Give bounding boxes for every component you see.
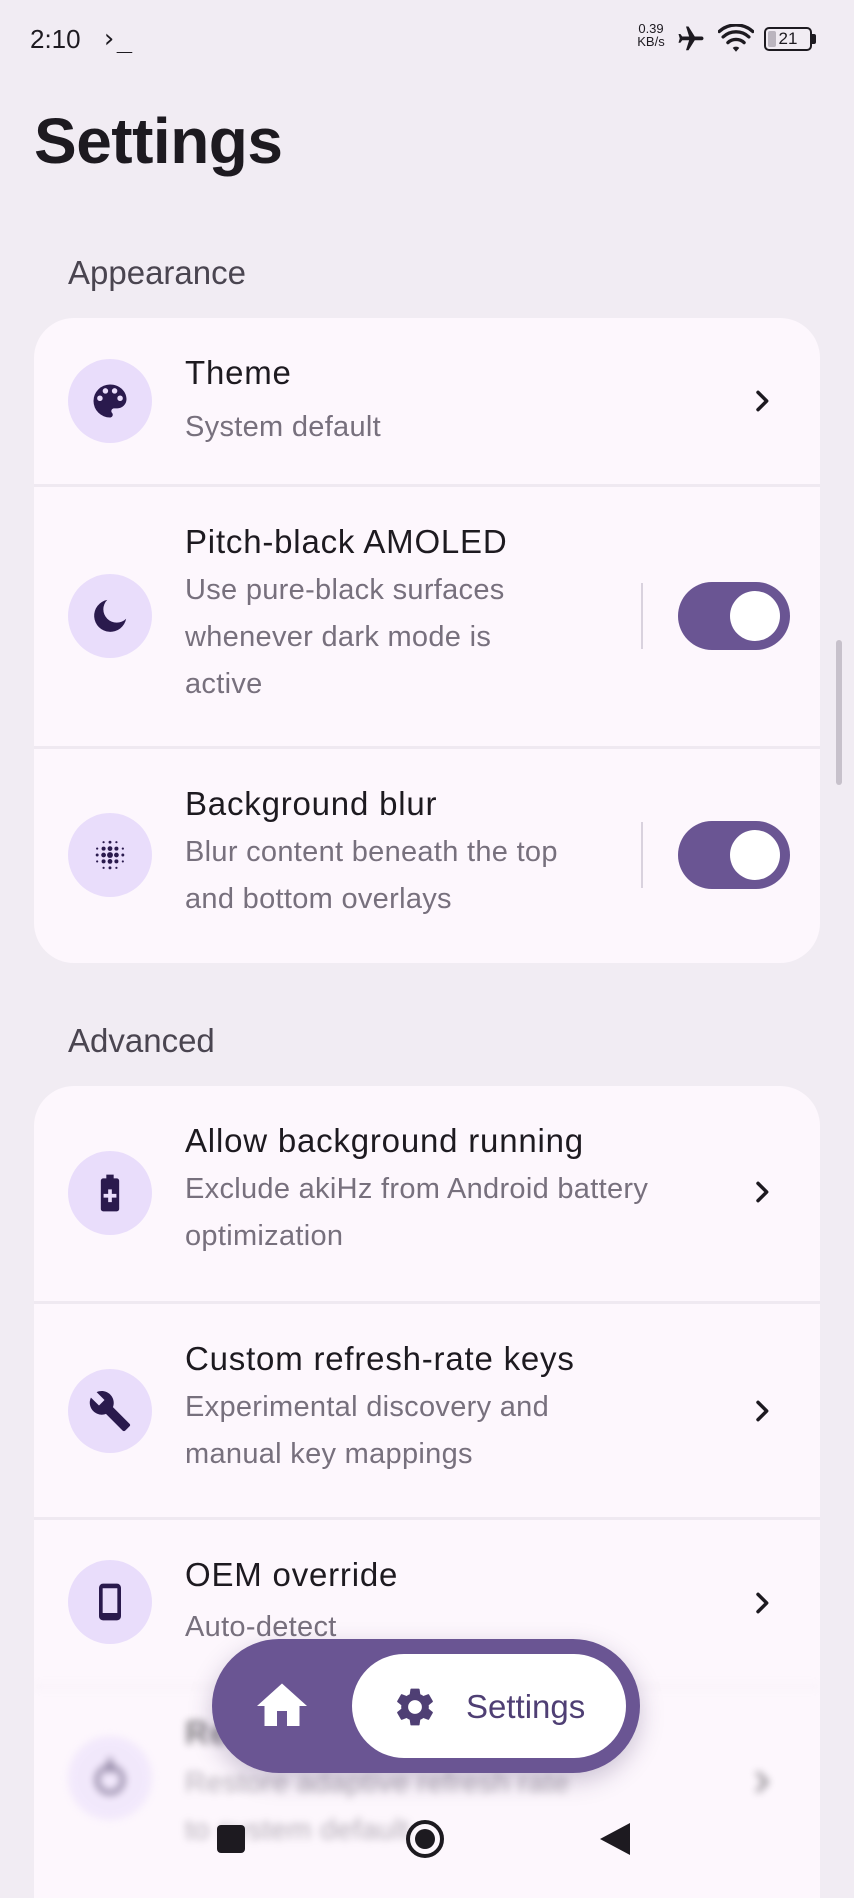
amoled-subtitle-line: Use pure-black surfaces	[185, 574, 505, 606]
back-button[interactable]	[598, 1821, 632, 1857]
status-time: 2:10	[30, 24, 81, 54]
theme-row[interactable]: Theme System default	[34, 318, 820, 484]
theme-subtitle: System default	[185, 411, 382, 443]
refresh-keys-subtitle: Experimental discovery and manual key ma…	[185, 1384, 705, 1478]
nav-settings-tab[interactable]: Settings	[352, 1654, 626, 1758]
blur-subtitle-line: and bottom overlays	[185, 883, 452, 915]
phone-icon	[68, 1560, 152, 1644]
network-speed-unit: KB/s	[637, 34, 665, 49]
recents-button[interactable]	[217, 1825, 245, 1853]
toggle-knob	[730, 591, 780, 641]
amoled-subtitle-line: whenever dark mode is	[185, 621, 492, 653]
row-divider	[641, 822, 643, 888]
battery-level: 21	[778, 29, 798, 48]
nav-settings-label: Settings	[466, 1688, 586, 1725]
blur-row[interactable]: Background blur Blur content beneath the…	[34, 746, 820, 963]
terminal-icon: ›_	[101, 24, 133, 54]
chevron-right-icon	[756, 1181, 769, 1203]
advanced-card: Allow background running Exclude akiHz f…	[34, 1086, 820, 1898]
chevron-right-icon	[756, 1771, 769, 1793]
background-running-row[interactable]: Allow background running Exclude akiHz f…	[34, 1086, 820, 1301]
blur-dots-icon	[68, 813, 152, 897]
refresh-keys-row[interactable]: Custom refresh-rate keys Experimental di…	[34, 1301, 820, 1520]
battery-plus-icon	[68, 1151, 152, 1235]
blur-subtitle: Blur content beneath the top and bottom …	[185, 829, 625, 923]
blur-title: Background blur	[185, 785, 438, 822]
page-title: Settings	[34, 105, 283, 177]
moon-icon	[68, 574, 152, 658]
chevron-right-icon	[756, 1592, 769, 1614]
network-speed: 0.39 KB/s	[633, 22, 669, 48]
chevron-right-icon	[756, 390, 769, 412]
bottom-navigation: Settings	[212, 1639, 640, 1773]
system-navigation-bar	[0, 1805, 854, 1898]
section-header-appearance: Appearance	[68, 254, 246, 291]
background-running-subtitle-line: optimization	[185, 1220, 344, 1252]
blur-toggle[interactable]	[678, 821, 790, 889]
background-running-subtitle-line: Exclude akiHz from Android battery	[185, 1173, 649, 1205]
scrollbar[interactable]	[836, 640, 842, 785]
section-header-advanced: Advanced	[68, 1022, 215, 1059]
refresh-keys-subtitle-line: manual key mappings	[185, 1438, 473, 1470]
battery-icon: 21	[764, 27, 816, 51]
airplane-icon	[678, 26, 704, 51]
gear-icon	[397, 1688, 433, 1726]
blur-subtitle-line: Blur content beneath the top	[185, 836, 558, 868]
amoled-subtitle: Use pure-black surfaces whenever dark mo…	[185, 567, 625, 708]
wrench-icon	[68, 1369, 152, 1453]
amoled-title: Pitch-black AMOLED	[185, 523, 508, 560]
amoled-row[interactable]: Pitch-black AMOLED Use pure-black surfac…	[34, 484, 820, 749]
amoled-subtitle-line: active	[185, 668, 263, 700]
toggle-knob	[730, 830, 780, 880]
home-icon[interactable]	[252, 1676, 312, 1736]
oem-override-title: OEM override	[185, 1556, 399, 1593]
battery-tip	[812, 34, 816, 44]
status-bar: 2:10 ›_ 0.39 KB/s 21	[0, 0, 854, 74]
settings-screen: 2:10 ›_ 0.39 KB/s 21 Settings Appearance	[0, 0, 854, 1898]
background-running-title: Allow background running	[185, 1122, 584, 1159]
row-divider	[641, 583, 643, 649]
appearance-card: Theme System default Pitch-black AMOLED …	[34, 318, 820, 963]
chevron-right-icon	[756, 1400, 769, 1422]
wifi-icon	[718, 24, 754, 52]
refresh-keys-title: Custom refresh-rate keys	[185, 1340, 575, 1377]
home-button[interactable]	[405, 1819, 445, 1859]
palette-icon	[68, 359, 152, 443]
amoled-toggle[interactable]	[678, 582, 790, 650]
background-running-subtitle: Exclude akiHz from Android battery optim…	[185, 1166, 725, 1260]
refresh-keys-subtitle-line: Experimental discovery and	[185, 1391, 550, 1423]
theme-title: Theme	[185, 354, 292, 391]
